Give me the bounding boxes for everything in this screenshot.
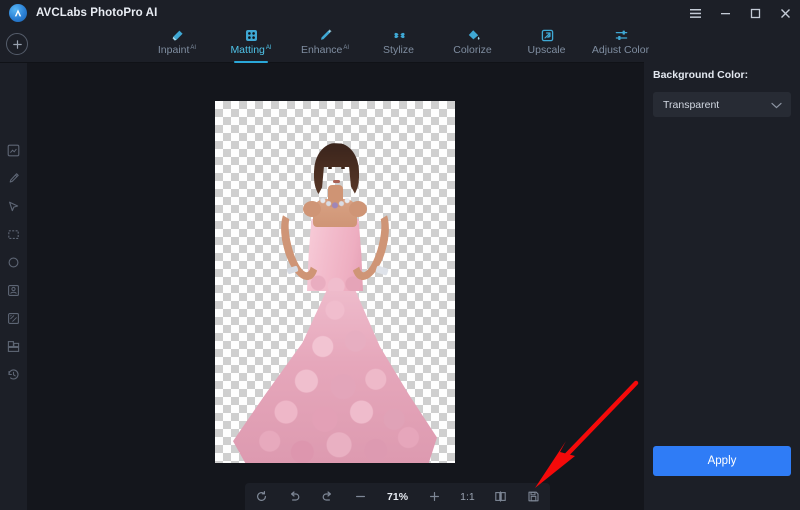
subject-lips (333, 180, 340, 183)
minimize-icon[interactable] (710, 0, 740, 26)
tab-label: Enhance (300, 44, 343, 56)
subject-right-bracelet (375, 265, 389, 276)
background-color-select[interactable]: Transparent (653, 92, 791, 117)
chevron-down-icon (771, 96, 782, 114)
tab-enhance[interactable]: Enhance AI (288, 26, 362, 63)
tab-matting[interactable]: Matting AI (214, 26, 288, 63)
layers-icon[interactable] (0, 332, 27, 360)
tab-ai-badge: AI (190, 45, 197, 51)
stylize-icon (392, 28, 407, 43)
tab-label: Matting (230, 44, 265, 56)
tab-inpaint[interactable]: Inpaint AI (140, 26, 214, 63)
pattern-square-icon[interactable] (0, 304, 27, 332)
tab-label: Adjust Color (591, 44, 650, 56)
hamburger-menu-icon[interactable] (680, 0, 710, 26)
tab-stylize[interactable]: Stylize (362, 26, 436, 63)
app-title: AVCLabs PhotoPro AI (36, 7, 158, 19)
minus-icon[interactable] (344, 483, 377, 510)
right-panel: Background Color: Transparent Apply (644, 56, 800, 510)
subject-head (322, 151, 350, 191)
cursor-arrow-icon[interactable] (0, 192, 27, 220)
close-icon[interactable] (770, 0, 800, 26)
brush-icon[interactable] (0, 164, 27, 192)
undo-arrow-icon[interactable] (278, 483, 311, 510)
upscale-icon (540, 28, 555, 43)
bottom-toolbar: 71% 1:1 (245, 483, 550, 510)
tab-list: Inpaint AI Matting AI Enhance AI Stylize… (140, 26, 658, 63)
tab-label: Stylize (383, 44, 414, 56)
subject-right-shoulder (349, 201, 367, 217)
background-color-value: Transparent (663, 98, 720, 111)
avclabs-logo-icon (9, 4, 27, 22)
plus-circle-icon[interactable] (6, 33, 28, 55)
tool-select-subject[interactable] (0, 136, 27, 164)
reset-circle-icon[interactable] (245, 483, 278, 510)
zoom-level-value[interactable]: 71% (377, 491, 418, 503)
tab-label: Colorize (453, 44, 492, 56)
matting-grid-icon (244, 28, 259, 43)
apply-button[interactable]: Apply (653, 446, 791, 476)
plus-icon[interactable] (418, 483, 451, 510)
redo-arrow-icon[interactable] (311, 483, 344, 510)
eraser-icon (170, 28, 185, 43)
actual-size-button[interactable]: 1:1 (451, 491, 484, 503)
subject-dress-skirt (233, 281, 437, 463)
canvas-area[interactable] (27, 63, 644, 510)
subject-right-eye (341, 167, 345, 169)
maximize-icon[interactable] (740, 0, 770, 26)
image-canvas[interactable] (215, 101, 455, 463)
title-bar: AVCLabs PhotoPro AI (0, 0, 800, 26)
paint-bucket-icon (466, 28, 481, 43)
tab-colorize[interactable]: Colorize (436, 26, 510, 63)
magic-wand-icon (318, 28, 333, 43)
left-tool-rail (0, 63, 27, 510)
tab-ai-badge: AI (343, 45, 350, 51)
tab-upscale[interactable]: Upscale (510, 26, 584, 63)
sliders-icon (614, 28, 629, 43)
compare-split-icon[interactable] (484, 483, 517, 510)
save-disk-icon[interactable] (517, 483, 550, 510)
tab-ai-badge: AI (265, 45, 272, 51)
history-clock-icon[interactable] (0, 360, 27, 388)
tab-label: Inpaint (157, 44, 190, 56)
portrait-frame-icon[interactable] (0, 276, 27, 304)
tab-label: Upscale (527, 44, 566, 56)
app-window: AVCLabs PhotoPro AI Inpaint AI Matting A… (0, 0, 800, 510)
rectangle-marquee-icon[interactable] (0, 220, 27, 248)
window-controls (680, 0, 800, 26)
background-color-label: Background Color: (653, 69, 749, 81)
subject-necklace (319, 197, 351, 209)
subject-left-eye (328, 167, 332, 169)
circle-icon[interactable] (0, 248, 27, 276)
